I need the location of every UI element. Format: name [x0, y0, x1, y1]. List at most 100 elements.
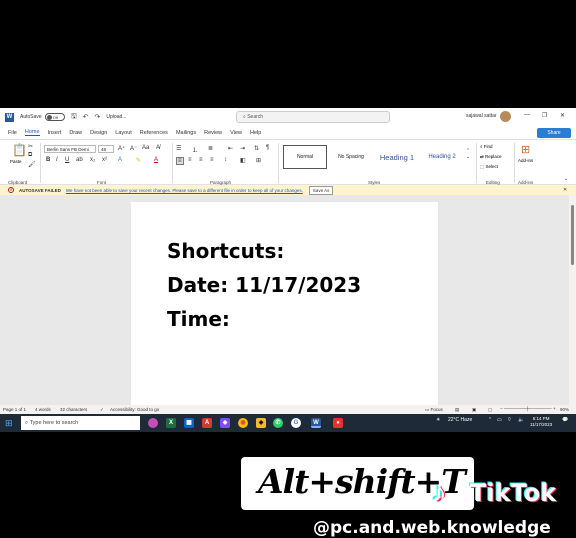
- proofing-icon[interactable]: ✓: [100, 407, 104, 413]
- bullets-icon[interactable]: ☰: [176, 145, 181, 152]
- tab-layout[interactable]: Layout: [115, 130, 132, 136]
- underline-icon[interactable]: U: [65, 157, 69, 163]
- chrome-icon[interactable]: ◉: [238, 418, 248, 428]
- web-layout-icon[interactable]: ▢: [488, 407, 492, 413]
- decrease-indent-icon[interactable]: ⇤: [228, 145, 233, 152]
- taskbar-search[interactable]: ⌕ Type here to search: [21, 416, 140, 430]
- recorder-icon[interactable]: ●: [333, 418, 343, 428]
- share-button[interactable]: Share: [537, 128, 571, 138]
- align-center-icon[interactable]: ≡: [188, 157, 192, 163]
- justify-icon[interactable]: ≡: [210, 157, 214, 163]
- align-right-icon[interactable]: ≡: [199, 157, 203, 163]
- weather-text[interactable]: 22°C Haze: [448, 417, 472, 423]
- vertical-scrollbar[interactable]: [569, 195, 576, 405]
- acrobat-icon[interactable]: A: [202, 418, 212, 428]
- tab-review[interactable]: Review: [204, 130, 222, 136]
- network-icon[interactable]: ⌔: [507, 417, 512, 423]
- subscript-icon[interactable]: x₂: [90, 157, 95, 163]
- zoom-level[interactable]: 90%: [560, 407, 569, 412]
- zoom-slider[interactable]: − ───────┼─────── +: [500, 406, 556, 411]
- close-icon[interactable]: ✕: [560, 112, 565, 119]
- find-button[interactable]: ⌕ Find: [480, 144, 493, 149]
- user-name[interactable]: sajawal sattar: [466, 113, 497, 119]
- battery-icon[interactable]: ▭: [497, 417, 502, 423]
- numbering-icon[interactable]: ⒈: [192, 145, 198, 154]
- tab-references[interactable]: References: [140, 130, 168, 136]
- undo-icon[interactable]: ↶: [83, 113, 89, 121]
- strikethrough-icon[interactable]: ab: [76, 157, 83, 163]
- addins-icon[interactable]: ⊞: [521, 143, 530, 156]
- increase-indent-icon[interactable]: ⇥: [240, 145, 245, 152]
- addins-button-label[interactable]: Add-ins: [518, 158, 533, 163]
- focus-button[interactable]: ▭ Focus: [425, 407, 443, 413]
- app-icon-2[interactable]: ◆: [220, 418, 230, 428]
- format-painter-icon[interactable]: 🖌: [28, 161, 36, 168]
- save-as-button[interactable]: Save As: [308, 185, 334, 195]
- close-icon[interactable]: ✕: [563, 187, 567, 193]
- paste-icon[interactable]: 📋: [12, 143, 27, 157]
- tab-draw[interactable]: Draw: [69, 130, 82, 136]
- align-left-icon[interactable]: ≡: [176, 157, 184, 165]
- windows-start-icon[interactable]: ⊞: [5, 418, 15, 428]
- change-case-icon[interactable]: Aa: [142, 145, 149, 151]
- styles-scroll-icon[interactable]: ⌃ ⌄: [466, 148, 470, 160]
- tab-file[interactable]: File: [8, 130, 17, 136]
- font-size-box[interactable]: 48: [98, 145, 114, 153]
- tab-help[interactable]: Help: [250, 130, 261, 136]
- page-count[interactable]: Page 1 of 1: [3, 407, 26, 412]
- word-count[interactable]: 4 words: [35, 407, 51, 412]
- style-no-spacing[interactable]: No Spacing: [329, 145, 373, 169]
- read-mode-icon[interactable]: ▤: [455, 407, 459, 413]
- scroll-thumb[interactable]: [571, 205, 574, 265]
- taskbar-clock[interactable]: 6:14 PM 11/17/2023: [530, 416, 552, 428]
- avatar[interactable]: [500, 111, 511, 122]
- text-effects-icon[interactable]: A: [118, 157, 122, 163]
- tab-insert[interactable]: Insert: [48, 130, 62, 136]
- style-heading-2[interactable]: Heading 2: [421, 145, 463, 169]
- collapse-ribbon-icon[interactable]: ⌄: [564, 176, 568, 182]
- font-name-box[interactable]: Berlin Sans FB Demi: [44, 145, 96, 153]
- google-icon[interactable]: G: [291, 418, 301, 428]
- select-button[interactable]: ⬚ Select: [480, 164, 498, 170]
- bold-icon[interactable]: B: [46, 157, 50, 163]
- line-spacing-icon[interactable]: ↕: [224, 157, 227, 163]
- style-heading-1[interactable]: Heading 1: [375, 145, 419, 169]
- tab-mailings[interactable]: Mailings: [176, 130, 196, 136]
- word-taskbar-icon[interactable]: W: [311, 418, 321, 428]
- cut-icon[interactable]: ✂: [28, 143, 33, 150]
- document-page[interactable]: Shortcuts: Date: 11/17/2023 Time:: [131, 202, 438, 412]
- highlight-icon[interactable]: ✎: [136, 157, 141, 164]
- tab-design[interactable]: Design: [90, 130, 107, 136]
- borders-icon[interactable]: ⊞: [256, 157, 261, 164]
- app-icon-1[interactable]: [148, 418, 158, 428]
- sort-icon[interactable]: ⇅: [254, 145, 259, 152]
- shading-icon[interactable]: ◧: [240, 157, 246, 164]
- photos-icon[interactable]: ▦: [184, 418, 194, 428]
- upload-status[interactable]: Upload...: [106, 114, 126, 120]
- notifications-icon[interactable]: 💬: [562, 417, 568, 423]
- redo-icon[interactable]: ↷: [95, 113, 101, 121]
- show-marks-icon[interactable]: ¶: [266, 145, 269, 151]
- minimize-icon[interactable]: —: [524, 112, 530, 118]
- tab-home[interactable]: Home: [24, 129, 40, 136]
- search-box[interactable]: ⌕ Search: [236, 111, 390, 123]
- shrink-font-icon[interactable]: A⁻: [130, 145, 137, 152]
- weather-icon[interactable]: ☀: [436, 417, 440, 423]
- print-layout-icon[interactable]: ▣: [472, 407, 476, 413]
- accessibility-status[interactable]: Accessibility: Good to go: [110, 407, 159, 412]
- whatsapp-icon[interactable]: ✆: [273, 418, 283, 428]
- volume-icon[interactable]: 🔈: [518, 417, 524, 423]
- binance-icon[interactable]: ◈: [256, 418, 266, 428]
- tray-chevron-icon[interactable]: ⌃: [488, 417, 492, 423]
- autosave-toggle[interactable]: Off: [44, 113, 65, 121]
- save-icon[interactable]: 🖫: [71, 112, 77, 123]
- character-count[interactable]: 32 characters: [60, 407, 87, 412]
- multilevel-list-icon[interactable]: ≣: [208, 145, 213, 152]
- style-normal[interactable]: Normal: [283, 145, 327, 169]
- maximize-icon[interactable]: ❐: [542, 112, 547, 119]
- notification-message[interactable]: We have not been able to save your recen…: [66, 188, 303, 193]
- replace-button[interactable]: ⇄ Replace: [480, 154, 502, 160]
- tab-view[interactable]: View: [230, 130, 242, 136]
- superscript-icon[interactable]: x²: [102, 157, 107, 163]
- grow-font-icon[interactable]: A⁺: [118, 145, 125, 152]
